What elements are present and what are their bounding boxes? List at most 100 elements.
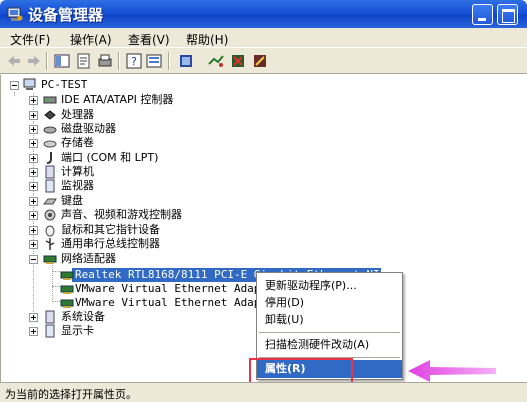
port-icon <box>46 152 52 164</box>
storage-volume-icon <box>43 140 57 148</box>
tree-item-cpu[interactable]: 处理器 <box>1 108 261 122</box>
expand-toggle[interactable] <box>29 197 38 206</box>
tree-item-label: 存储卷 <box>61 136 94 149</box>
processor-icon <box>44 110 56 120</box>
tree-item-usb[interactable]: 通用串行总线控制器 <box>1 237 261 251</box>
status-text: 为当前的选择打开属性页。 <box>5 388 137 401</box>
view-icon[interactable] <box>54 53 70 69</box>
tree-item-label: 监视器 <box>61 179 94 192</box>
tree-root[interactable]: PC-TEST <box>1 78 201 92</box>
menu-help[interactable]: 帮助(H) <box>186 31 228 48</box>
tree-item-label: 计算机 <box>61 165 94 178</box>
tree-item-vmnet8[interactable]: VMware Virtual Ethernet Adapter for VMne… <box>1 296 257 310</box>
disable-icon[interactable] <box>230 53 246 69</box>
collapse-toggle[interactable] <box>29 255 38 264</box>
system-device-icon <box>45 310 55 324</box>
expand-toggle[interactable] <box>29 168 38 177</box>
tree-item-ide[interactable]: IDE ATA/ATAPI 控制器 <box>1 93 261 107</box>
menu-bar: 文件(F) 操作(A) 查看(V) 帮助(H) <box>0 28 527 48</box>
computer-icon <box>45 165 55 179</box>
expand-toggle[interactable] <box>29 154 38 163</box>
properties-icon[interactable] <box>76 53 92 69</box>
arrow-annotation-icon <box>408 360 496 382</box>
tree-item-ports[interactable]: 端口 (COM 和 LPT) <box>1 151 261 165</box>
print-icon[interactable] <box>97 53 113 69</box>
tree-item-label: 磁盘驱动器 <box>61 122 116 135</box>
tree-item-label: 网络适配器 <box>61 252 116 265</box>
uninstall-icon[interactable] <box>252 53 268 69</box>
tree-item-label: 系统设备 <box>61 310 105 323</box>
menu-item-update-driver[interactable]: 更新驱动程序(P)... <box>257 277 402 295</box>
menu-view[interactable]: 查看(V) <box>128 31 170 48</box>
tree-item-label: 显示卡 <box>61 324 94 337</box>
menu-action[interactable]: 操作(A) <box>70 31 112 48</box>
network-adapter-icon <box>60 285 74 294</box>
collapse-toggle[interactable] <box>10 81 19 90</box>
tree-item-label: 声音、视频和游戏控制器 <box>61 208 182 221</box>
usb-icon <box>45 238 55 250</box>
expand-toggle[interactable] <box>29 139 38 148</box>
expand-toggle[interactable] <box>29 327 38 336</box>
forward-icon[interactable] <box>26 53 42 69</box>
window-title: 设备管理器 <box>28 6 104 24</box>
expand-toggle[interactable] <box>29 96 38 105</box>
tree-item-sound[interactable]: 声音、视频和游戏控制器 <box>1 208 261 222</box>
title-bar[interactable]: 设备管理器 <box>0 0 527 28</box>
mouse-icon <box>45 225 55 237</box>
keyboard-icon <box>43 198 57 205</box>
back-icon[interactable] <box>6 53 22 69</box>
menu-item-uninstall[interactable]: 卸载(U) <box>257 311 402 329</box>
toolbar: ? <box>0 48 527 74</box>
tree-item-vmnet1[interactable]: VMware Virtual Ethernet Adapter for VMne… <box>1 282 257 296</box>
tree-item-keyboard[interactable]: 键盘 <box>1 194 261 208</box>
expand-toggle[interactable] <box>29 125 38 134</box>
view-list-icon[interactable] <box>146 53 162 69</box>
tree-item-label: VMware Virtual Ethernet Adapter for VMne… <box>75 282 257 295</box>
tree-item-system[interactable]: 系统设备 <box>1 310 201 324</box>
menu-item-disable[interactable]: 停用(D) <box>257 294 402 312</box>
toolbar-separator <box>118 52 120 70</box>
tree-root-label: PC-TEST <box>41 78 88 91</box>
svg-text:?: ? <box>131 55 137 68</box>
help-icon[interactable]: ? <box>126 53 142 69</box>
tree-item-display[interactable]: 显示卡 <box>1 324 201 338</box>
tree-item-label: IDE ATA/ATAPI 控制器 <box>61 93 174 106</box>
network-adapter-icon <box>43 255 57 264</box>
ide-controller-icon <box>43 96 57 104</box>
tree-item-label: 处理器 <box>61 108 94 121</box>
speaker-icon <box>44 209 56 221</box>
expand-toggle[interactable] <box>29 226 38 235</box>
tree-item-disk[interactable]: 磁盘驱动器 <box>1 122 261 136</box>
tree-item-monitor[interactable]: 监视器 <box>1 179 261 193</box>
update-driver-icon[interactable] <box>208 53 224 69</box>
disk-drive-icon <box>43 126 57 134</box>
tree-item-label: 键盘 <box>61 194 83 207</box>
expand-toggle[interactable] <box>29 211 38 220</box>
tree-item-network[interactable]: 网络适配器 <box>1 252 261 266</box>
expand-toggle[interactable] <box>29 240 38 249</box>
tree-item-computer[interactable]: 计算机 <box>1 165 261 179</box>
tree-item-mouse[interactable]: 鼠标和其它指针设备 <box>1 223 261 237</box>
toolbar-separator <box>46 52 48 70</box>
computer-icon <box>23 78 36 90</box>
monitor-icon <box>45 179 55 193</box>
menu-item-scan[interactable]: 扫描检测硬件改动(A) <box>257 336 402 354</box>
network-adapter-icon <box>60 271 74 280</box>
expand-toggle[interactable] <box>29 313 38 322</box>
status-bar: 为当前的选择打开属性页。 <box>0 382 527 402</box>
network-adapter-icon <box>60 299 74 308</box>
display-adapter-icon <box>45 324 55 338</box>
expand-toggle[interactable] <box>29 182 38 191</box>
tree-item-volume[interactable]: 存储卷 <box>1 136 261 150</box>
tree-item-label: 端口 (COM 和 LPT) <box>61 151 159 164</box>
maximize-button[interactable] <box>497 4 518 25</box>
tree-item-label: 鼠标和其它指针设备 <box>61 223 160 236</box>
menu-file[interactable]: 文件(F) <box>10 31 50 48</box>
menu-separator <box>259 332 400 333</box>
toolbar-separator <box>168 52 170 70</box>
minimize-button[interactable] <box>472 4 493 25</box>
tree-item-label: VMware Virtual Ethernet Adapter for VMne… <box>75 296 257 309</box>
scan-icon[interactable] <box>178 53 194 69</box>
expand-toggle[interactable] <box>29 111 38 120</box>
tree-item-label: 通用串行总线控制器 <box>61 237 160 250</box>
